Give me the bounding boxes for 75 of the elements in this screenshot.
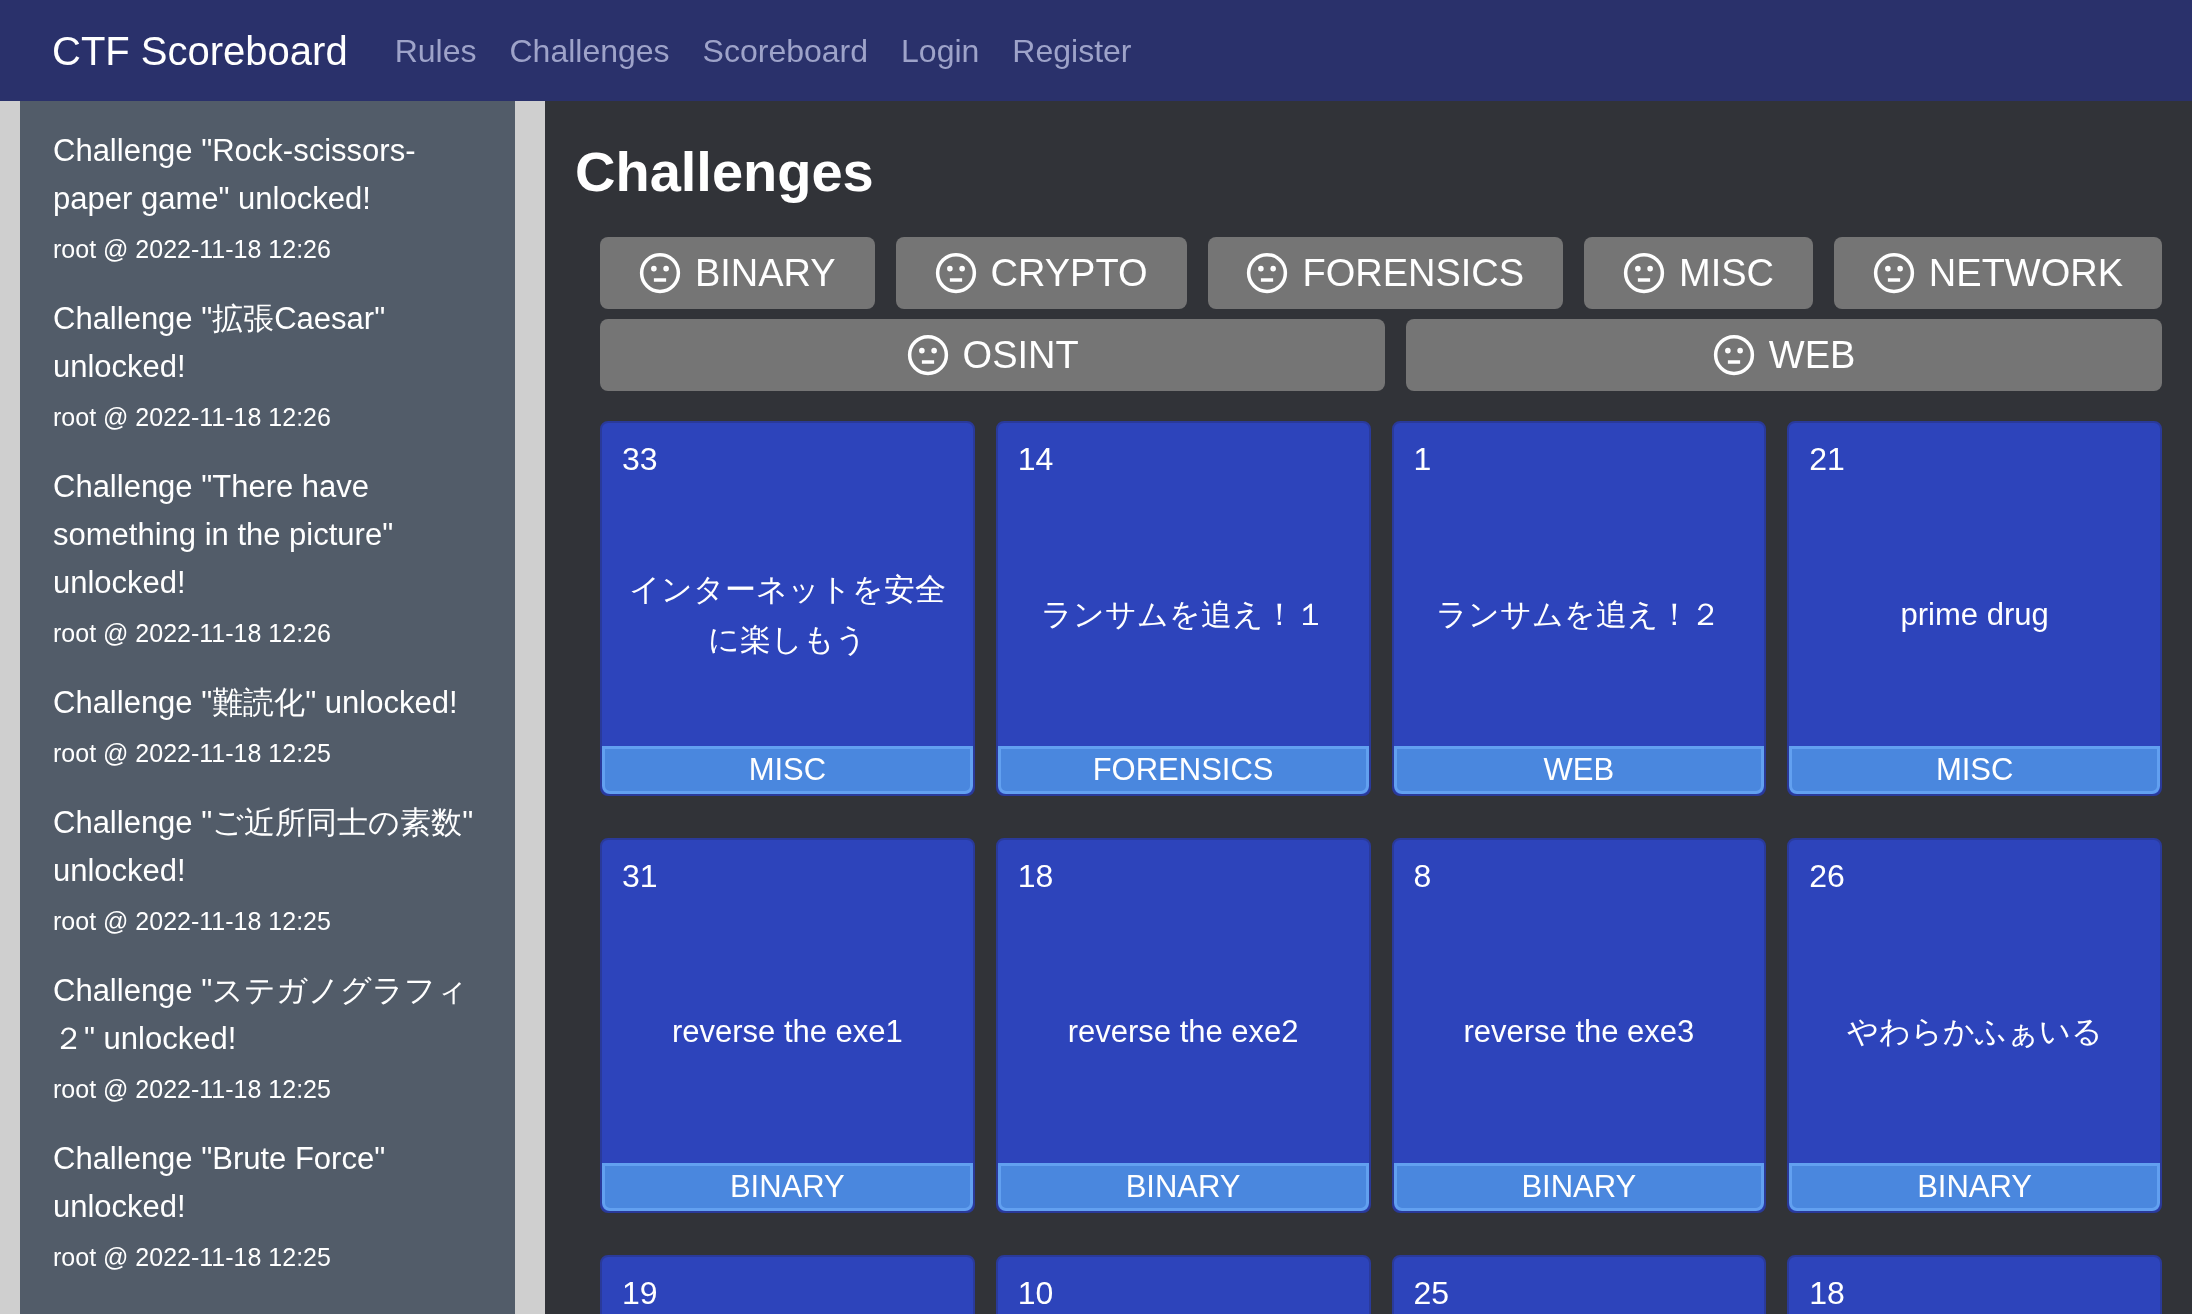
notification-meta: root @ 2022-11-18 12:26	[53, 234, 332, 265]
challenge-points: 33	[621, 440, 659, 479]
notification-meta: root @ 2022-11-18 12:25	[53, 1242, 332, 1273]
challenge-points: 10	[1016, 1274, 1055, 1313]
challenge-card[interactable]: 18 reverse the exe2 BINARY	[995, 838, 1371, 1213]
challenge-card[interactable]: 1 ランサムを追え！２ WEB	[1391, 421, 1767, 796]
neutral-face-icon	[1712, 334, 1755, 376]
notification-message: Challenge "Rock-scissors-paper game" unlocked!	[53, 132, 417, 218]
notification-message: Challenge "There have something in the picture" unlocked!	[53, 468, 395, 602]
challenge-name: やわらかふぁいる	[1846, 1012, 2103, 1051]
challenge-card[interactable]: 10	[995, 1255, 1371, 1314]
category-label: MISC	[1789, 746, 2160, 794]
category-filter-button[interactable]: MISC	[1584, 237, 1813, 309]
category-label: BINARY	[1789, 1163, 2160, 1211]
challenge-points: 25	[1412, 1274, 1451, 1313]
notification-meta: root @ 2022-11-18 12:26	[53, 618, 332, 649]
challenge-points: 31	[621, 857, 659, 896]
category-filter-button[interactable]: BINARY	[600, 237, 875, 309]
challenge-name: インターネットを安全に楽しもう	[627, 570, 947, 659]
nav-link[interactable]: Scoreboard	[702, 26, 869, 75]
challenge-card[interactable]: 33 インターネットを安全に楽しもう MISC	[600, 421, 975, 796]
category-label: MISC	[602, 746, 973, 794]
category-filter-button[interactable]: CRYPTO	[895, 237, 1187, 309]
neutral-face-icon	[1872, 252, 1915, 294]
notification-message: Challenge "ご近所同士の素数" unlocked!	[53, 804, 475, 890]
notification-meta: root @ 2022-11-18 12:25	[53, 906, 332, 937]
page-title: Challenges	[575, 139, 874, 205]
notification-meta: root @ 2022-11-18 12:25	[53, 1074, 332, 1105]
notification-meta: root @ 2022-11-18 12:26	[53, 402, 332, 433]
category-label: WEB	[1393, 746, 1765, 794]
neutral-face-icon	[906, 334, 949, 376]
challenge-points: 18	[1808, 1274, 1846, 1313]
category-filter-button[interactable]: NETWORK	[1833, 237, 2162, 309]
notification-meta: root @ 2022-11-18 12:25	[53, 738, 332, 769]
challenge-name: ランサムを追え！１	[1040, 595, 1326, 634]
nav-link[interactable]: Rules	[394, 26, 477, 75]
notification-message: Challenge "難読化" unlocked!	[53, 684, 459, 722]
nav-link[interactable]: Challenges	[509, 26, 670, 75]
challenge-name: reverse the exe1	[671, 1012, 903, 1051]
challenge-card[interactable]: 19	[600, 1255, 975, 1314]
neutral-face-icon	[1246, 252, 1289, 294]
nav-link[interactable]: Login	[901, 26, 980, 75]
category-label: BINARY	[997, 1163, 1369, 1211]
challenge-points: 1	[1412, 440, 1433, 479]
neutral-face-icon	[1623, 252, 1665, 294]
challenge-points: 26	[1808, 857, 1846, 896]
notification-message: Challenge "Brute Force" unlocked!	[53, 1140, 387, 1226]
category-label: BINARY	[1393, 1163, 1765, 1211]
challenge-points: 8	[1412, 857, 1433, 896]
challenge-name: reverse the exe2	[1067, 1012, 1299, 1051]
challenge-name: ランサムを追え！２	[1436, 595, 1722, 634]
challenge-card[interactable]: 21 prime drug MISC	[1787, 421, 2162, 796]
challenge-card[interactable]: 25	[1391, 1255, 1767, 1314]
challenge-card[interactable]: 14 ランサムを追え！１ FORENSICS	[995, 421, 1371, 796]
category-filter-button[interactable]: OSINT	[600, 319, 1386, 391]
neutral-face-icon	[934, 252, 977, 294]
challenge-card[interactable]: 18	[1787, 1255, 2162, 1314]
challenge-card[interactable]: 31 reverse the exe1 BINARY	[600, 838, 975, 1213]
challenge-points: 21	[1808, 440, 1846, 479]
challenge-card[interactable]: 26 やわらかふぁいる BINARY	[1787, 838, 2162, 1213]
challenge-card[interactable]: 8 reverse the exe3 BINARY	[1391, 838, 1767, 1213]
nav-link[interactable]: Register	[1012, 26, 1132, 75]
category-label: FORENSICS	[997, 746, 1369, 794]
brand-link[interactable]: CTF Scoreboard	[52, 20, 348, 81]
challenge-points: 18	[1016, 857, 1055, 896]
notification-message: Challenge "ステガノグラフィ２" unlocked!	[53, 972, 470, 1058]
challenge-name: prime drug	[1900, 595, 2049, 634]
challenge-points: 14	[1016, 440, 1055, 479]
category-filter-button[interactable]: FORENSICS	[1207, 237, 1564, 309]
neutral-face-icon	[638, 252, 681, 294]
challenge-points: 19	[621, 1274, 659, 1313]
category-label: BINARY	[602, 1163, 973, 1211]
notification-message: Challenge "拡張Caesar" unlocked!	[53, 300, 387, 386]
category-filter-button[interactable]: WEB	[1406, 319, 2162, 391]
challenge-name: reverse the exe3	[1463, 1012, 1695, 1051]
